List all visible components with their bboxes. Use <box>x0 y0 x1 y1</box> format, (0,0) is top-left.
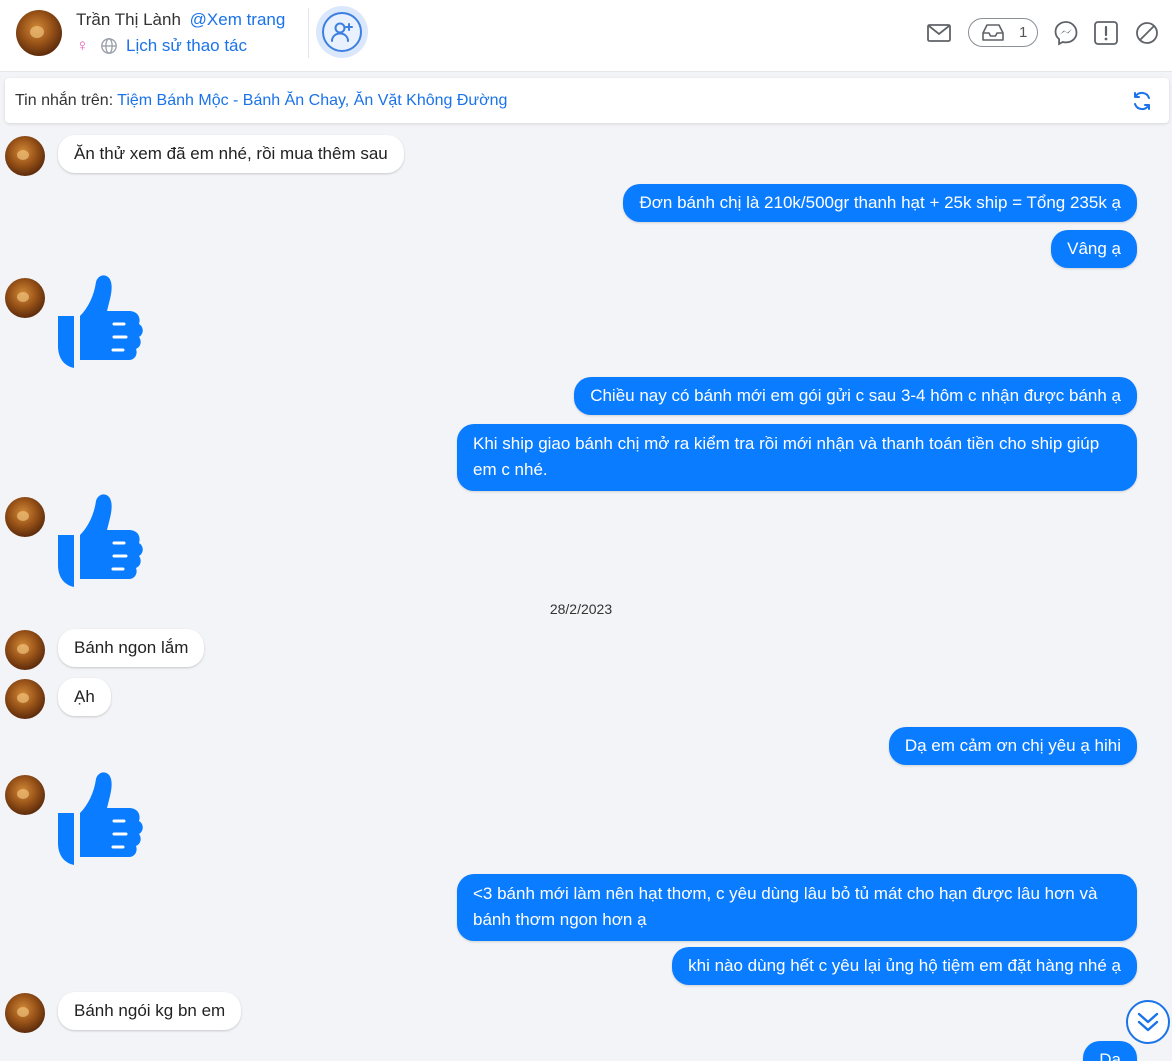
messenger-icon[interactable] <box>1053 20 1079 46</box>
customer-avatar <box>5 278 45 318</box>
customer-avatar <box>5 136 45 176</box>
incoming-message[interactable]: Bánh ngói kg bn em <box>58 992 242 1030</box>
mail-icon[interactable] <box>926 20 952 46</box>
customer-avatar <box>5 630 45 670</box>
chat-window: Trần Thị Lành @Xem trang ♀ Lịch sử thao … <box>0 0 1172 1061</box>
incoming-message[interactable]: Bánh ngon lắm <box>58 629 205 667</box>
scroll-to-bottom-button[interactable] <box>1126 1000 1170 1044</box>
incoming-message[interactable]: Ạh <box>58 678 111 716</box>
outgoing-message[interactable]: khi nào dùng hết c yêu lại ủng hộ tiệm e… <box>672 947 1137 985</box>
customer-avatar[interactable] <box>16 10 62 56</box>
outgoing-message[interactable]: Khi ship giao bánh chị mở ra kiểm tra rồ… <box>457 424 1137 491</box>
outgoing-message[interactable]: <3 bánh mới làm nên hạt thơm, c yêu dùng… <box>457 874 1137 941</box>
inbox-icon <box>982 23 1004 41</box>
customer-name: Trần Thị Lành <box>76 10 181 29</box>
action-history-link[interactable]: Lịch sử thao tác <box>126 36 247 56</box>
customer-avatar <box>5 993 45 1033</box>
customer-sub-row: ♀ Lịch sử thao tác <box>76 36 247 56</box>
block-icon[interactable] <box>1134 20 1160 46</box>
outgoing-message[interactable]: Chiều nay có bánh mới em gói gửi c sau 3… <box>574 377 1137 415</box>
report-icon[interactable] <box>1093 20 1119 46</box>
view-page-link[interactable]: @Xem trang <box>190 10 286 29</box>
outgoing-message[interactable]: Đơn bánh chị là 210k/500gr thanh hạt + 2… <box>623 184 1137 222</box>
thumbs-up-icon[interactable] <box>56 771 148 867</box>
double-chevron-down-icon <box>1137 1012 1159 1032</box>
inbox-count: 1 <box>1019 24 1028 41</box>
add-user-icon <box>322 12 362 52</box>
message-source-bar: Tin nhắn trên: Tiệm Bánh Mộc - Bánh Ăn C… <box>5 78 1169 123</box>
inbox-button[interactable]: 1 <box>968 18 1038 47</box>
source-page-link[interactable]: Tiệm Bánh Mộc - Bánh Ăn Chay, Ăn Vặt Khô… <box>117 92 507 110</box>
globe-icon <box>101 38 117 54</box>
outgoing-message[interactable]: Dạ <box>1083 1041 1137 1061</box>
add-friend-button[interactable] <box>316 6 368 58</box>
outgoing-message[interactable]: Vâng ạ <box>1051 230 1137 268</box>
incoming-message[interactable]: Ăn thử xem đã em nhé, rồi mua thêm sau <box>58 135 404 173</box>
customer-avatar <box>5 679 45 719</box>
customer-avatar <box>5 497 45 537</box>
header-divider <box>308 8 309 58</box>
thumbs-up-icon[interactable] <box>56 493 148 589</box>
source-label: Tin nhắn trên: <box>15 91 114 109</box>
thumbs-up-icon[interactable] <box>56 274 148 370</box>
female-icon: ♀ <box>76 36 89 55</box>
date-separator: 28/2/2023 <box>549 601 613 617</box>
outgoing-message[interactable]: Dạ em cảm ơn chị yêu ạ hihi <box>888 727 1137 765</box>
customer-name-row: Trần Thị Lành @Xem trang <box>76 10 285 30</box>
refresh-icon[interactable] <box>1131 90 1153 112</box>
conversation-header: Trần Thị Lành @Xem trang ♀ Lịch sử thao … <box>0 0 1172 72</box>
customer-avatar <box>5 775 45 815</box>
